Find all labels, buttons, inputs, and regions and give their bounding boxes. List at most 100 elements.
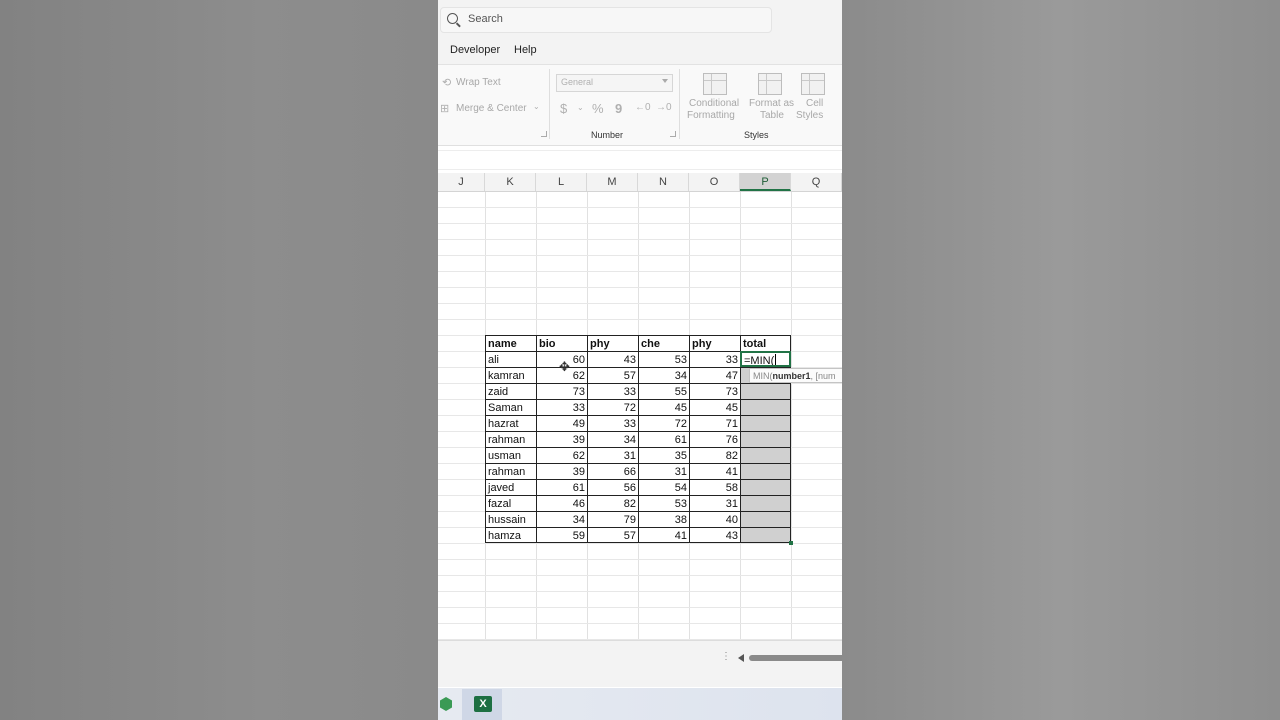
score-cell[interactable]: 73 [536, 383, 587, 399]
score-cell[interactable]: 39 [536, 431, 587, 447]
number-launcher-icon[interactable] [670, 131, 676, 137]
table-header-cell[interactable]: che [638, 335, 689, 351]
score-cell[interactable]: 41 [638, 527, 689, 543]
alignment-launcher-icon[interactable] [541, 131, 547, 137]
horizontal-scrollbar[interactable] [749, 655, 842, 661]
score-cell[interactable]: 33 [536, 399, 587, 415]
total-cell[interactable] [740, 415, 791, 431]
total-cell[interactable] [740, 383, 791, 399]
score-cell[interactable]: 76 [689, 431, 740, 447]
total-cell[interactable] [740, 527, 791, 543]
score-cell[interactable]: 31 [638, 463, 689, 479]
score-cell[interactable]: 61 [536, 479, 587, 495]
cell-styles-label-1[interactable]: Cell [806, 98, 823, 109]
column-header-l[interactable]: L [536, 173, 587, 191]
number-format-select[interactable]: General [556, 74, 673, 92]
column-header-p[interactable]: P [740, 173, 791, 191]
score-cell[interactable]: 31 [689, 495, 740, 511]
table-header-cell[interactable]: bio [536, 335, 587, 351]
score-cell[interactable]: 31 [587, 447, 638, 463]
score-cell[interactable]: 66 [587, 463, 638, 479]
search-box[interactable]: Search [440, 7, 772, 33]
score-cell[interactable]: 33 [587, 383, 638, 399]
score-cell[interactable]: 53 [638, 351, 689, 367]
score-cell[interactable]: 79 [587, 511, 638, 527]
score-cell[interactable]: 53 [638, 495, 689, 511]
score-cell[interactable]: 57 [587, 367, 638, 383]
format-as-table-label-1[interactable]: Format as [749, 98, 794, 109]
total-cell[interactable] [740, 511, 791, 527]
score-cell[interactable]: 55 [638, 383, 689, 399]
score-cell[interactable]: 33 [587, 415, 638, 431]
conditional-formatting-label-2[interactable]: Formatting [687, 110, 735, 121]
score-cell[interactable]: 82 [587, 495, 638, 511]
name-cell[interactable]: hussain [485, 511, 536, 527]
score-cell[interactable]: 45 [638, 399, 689, 415]
wrap-text-button[interactable]: Wrap Text [456, 77, 501, 88]
score-cell[interactable]: 40 [689, 511, 740, 527]
score-cell[interactable]: 62 [536, 447, 587, 463]
column-header-m[interactable]: M [587, 173, 638, 191]
score-cell[interactable]: 34 [587, 431, 638, 447]
name-cell[interactable]: zaid [485, 383, 536, 399]
name-cell[interactable]: hazrat [485, 415, 536, 431]
score-cell[interactable]: 59 [536, 527, 587, 543]
total-cell[interactable] [740, 463, 791, 479]
score-cell[interactable]: 43 [587, 351, 638, 367]
format-as-table-label-2[interactable]: Table [760, 110, 784, 121]
score-cell[interactable]: 46 [536, 495, 587, 511]
score-cell[interactable]: 47 [689, 367, 740, 383]
score-cell[interactable]: 39 [536, 463, 587, 479]
chevron-down-icon[interactable]: ⌄ [577, 103, 584, 112]
score-cell[interactable]: 45 [689, 399, 740, 415]
score-cell[interactable]: 54 [638, 479, 689, 495]
score-cell[interactable]: 33 [689, 351, 740, 367]
total-cell[interactable] [740, 447, 791, 463]
table-header-cell[interactable]: phy [587, 335, 638, 351]
decrease-decimal-icon[interactable]: →0 [656, 102, 672, 113]
column-header-j[interactable]: J [438, 173, 485, 191]
formula-bar[interactable] [438, 150, 842, 170]
table-header-cell[interactable]: total [740, 335, 791, 351]
score-cell[interactable]: 73 [689, 383, 740, 399]
name-cell[interactable]: rahman [485, 431, 536, 447]
score-cell[interactable]: 71 [689, 415, 740, 431]
score-cell[interactable]: 58 [689, 479, 740, 495]
increase-decimal-icon[interactable]: ←0 [635, 102, 651, 113]
column-header-n[interactable]: N [638, 173, 689, 191]
currency-icon[interactable]: $ [560, 101, 567, 116]
column-header-o[interactable]: O [689, 173, 740, 191]
total-cell[interactable] [740, 495, 791, 511]
fill-handle[interactable] [789, 541, 793, 545]
score-cell[interactable]: 57 [587, 527, 638, 543]
total-cell[interactable] [740, 399, 791, 415]
score-cell[interactable]: 72 [638, 415, 689, 431]
score-cell[interactable]: 43 [689, 527, 740, 543]
name-cell[interactable]: javed [485, 479, 536, 495]
total-cell[interactable] [740, 431, 791, 447]
name-cell[interactable]: Saman [485, 399, 536, 415]
score-cell[interactable]: 82 [689, 447, 740, 463]
scroll-left-icon[interactable] [738, 654, 744, 662]
percent-icon[interactable]: % [592, 101, 604, 116]
score-cell[interactable]: 34 [638, 367, 689, 383]
name-cell[interactable]: fazal [485, 495, 536, 511]
excel-icon[interactable]: X [474, 696, 492, 712]
score-cell[interactable]: 49 [536, 415, 587, 431]
conditional-formatting-label-1[interactable]: Conditional [689, 98, 739, 109]
score-cell[interactable]: 56 [587, 479, 638, 495]
score-cell[interactable]: 41 [689, 463, 740, 479]
name-cell[interactable]: ali [485, 351, 536, 367]
name-cell[interactable]: kamran [485, 367, 536, 383]
name-cell[interactable]: usman [485, 447, 536, 463]
column-header-k[interactable]: K [485, 173, 536, 191]
tab-developer[interactable]: Developer [450, 44, 500, 56]
score-cell[interactable]: 72 [587, 399, 638, 415]
active-cell-editor[interactable]: =MIN( [740, 351, 791, 367]
cell-styles-label-2[interactable]: Styles [796, 110, 823, 121]
score-cell[interactable]: 34 [536, 511, 587, 527]
column-header-q[interactable]: Q [791, 173, 842, 191]
name-cell[interactable]: rahman [485, 463, 536, 479]
table-header-cell[interactable]: phy [689, 335, 740, 351]
score-cell[interactable]: 35 [638, 447, 689, 463]
